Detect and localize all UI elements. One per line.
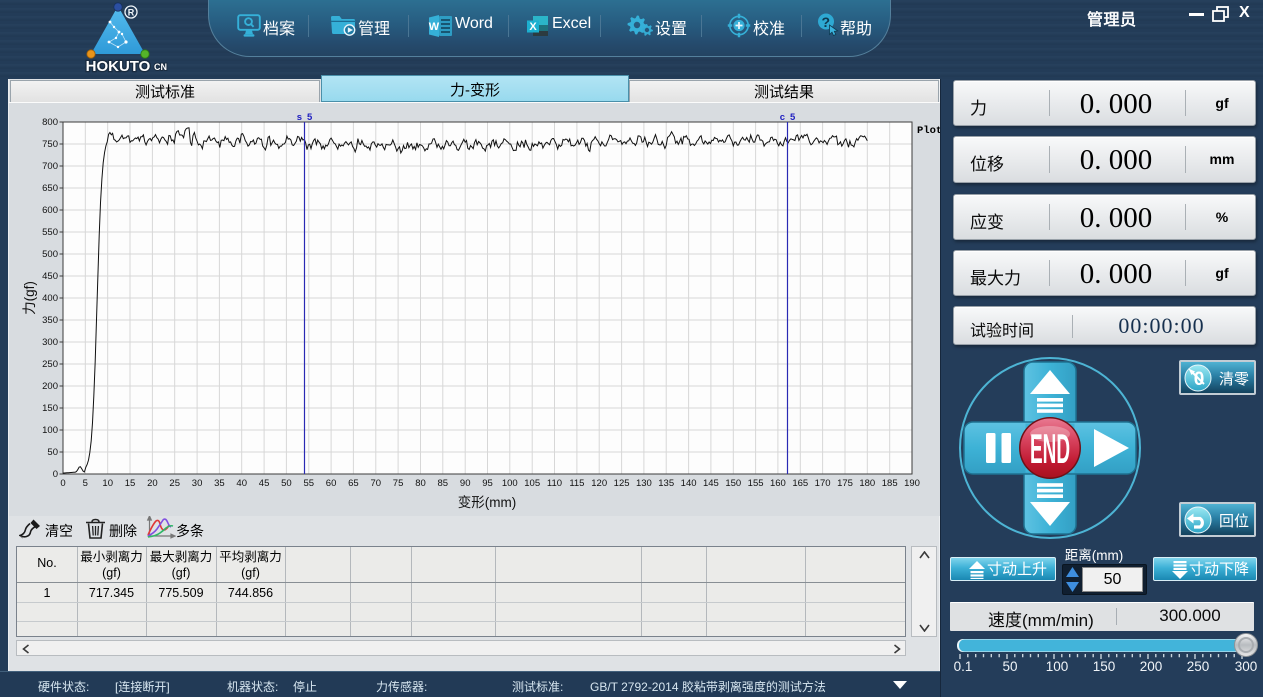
svg-text:60: 60 [326, 478, 337, 489]
svg-text:115: 115 [569, 478, 584, 489]
svg-text:155: 155 [748, 478, 764, 489]
svg-text:650: 650 [42, 183, 58, 194]
svg-text:190: 190 [904, 478, 920, 489]
svg-text:500: 500 [42, 249, 58, 260]
svg-text:150: 150 [725, 478, 741, 489]
svg-text:185: 185 [882, 478, 898, 489]
svg-text:135: 135 [658, 478, 674, 489]
svg-text:力(gf): 力(gf) [22, 281, 37, 315]
svg-text:5: 5 [790, 112, 796, 123]
svg-text:c: c [780, 112, 785, 123]
svg-text:20: 20 [147, 478, 158, 489]
svg-text:600: 600 [42, 205, 58, 216]
svg-text:550: 550 [42, 227, 58, 238]
svg-text:95: 95 [482, 478, 493, 489]
svg-text:X: X [529, 21, 537, 33]
svg-text:200: 200 [42, 381, 58, 392]
svg-text:45: 45 [259, 478, 270, 489]
svg-text:15: 15 [125, 478, 136, 489]
svg-text:END: END [1030, 425, 1070, 472]
svg-text:?: ? [822, 14, 831, 30]
svg-text:120: 120 [591, 478, 607, 489]
svg-text:250: 250 [42, 359, 58, 370]
svg-text:170: 170 [815, 478, 831, 489]
svg-text:75: 75 [393, 478, 404, 489]
svg-text:150: 150 [42, 403, 58, 414]
svg-text:55: 55 [304, 478, 315, 489]
svg-text:W: W [429, 21, 440, 33]
svg-text:100: 100 [502, 478, 518, 489]
svg-text:s: s [297, 112, 302, 123]
svg-text:30: 30 [192, 478, 203, 489]
svg-text:70: 70 [371, 478, 382, 489]
svg-text:10: 10 [102, 478, 113, 489]
svg-text:变形(mm): 变形(mm) [458, 495, 516, 510]
svg-text:400: 400 [42, 293, 58, 304]
svg-text:750: 750 [42, 139, 58, 150]
svg-text:160: 160 [770, 478, 786, 489]
svg-text:R: R [128, 8, 135, 18]
svg-text:175: 175 [837, 478, 853, 489]
svg-text:0: 0 [53, 469, 58, 480]
svg-text:145: 145 [703, 478, 719, 489]
svg-text:100: 100 [42, 425, 58, 436]
svg-text:130: 130 [636, 478, 652, 489]
svg-text:HOKUTO: HOKUTO [86, 58, 151, 75]
svg-text:165: 165 [792, 478, 808, 489]
svg-text:140: 140 [681, 478, 697, 489]
svg-text:5: 5 [307, 112, 313, 123]
svg-text:25: 25 [169, 478, 180, 489]
svg-text:0: 0 [60, 478, 65, 489]
svg-text:105: 105 [524, 478, 540, 489]
svg-text:Plot: Plot [917, 125, 941, 137]
svg-text:350: 350 [42, 315, 58, 326]
svg-text:80: 80 [415, 478, 426, 489]
svg-text:85: 85 [438, 478, 449, 489]
svg-text:65: 65 [348, 478, 359, 489]
svg-text:50: 50 [281, 478, 292, 489]
svg-text:40: 40 [236, 478, 247, 489]
svg-text:125: 125 [614, 478, 630, 489]
svg-text:110: 110 [547, 478, 562, 489]
svg-text:700: 700 [42, 161, 58, 172]
svg-text:800: 800 [42, 117, 58, 128]
svg-text:180: 180 [859, 478, 875, 489]
svg-text:35: 35 [214, 478, 225, 489]
svg-text:90: 90 [460, 478, 471, 489]
svg-text:450: 450 [42, 271, 58, 282]
svg-text:50: 50 [47, 447, 58, 458]
svg-text:CN: CN [154, 62, 167, 72]
svg-text:300: 300 [42, 337, 58, 348]
svg-text:5: 5 [83, 478, 88, 489]
